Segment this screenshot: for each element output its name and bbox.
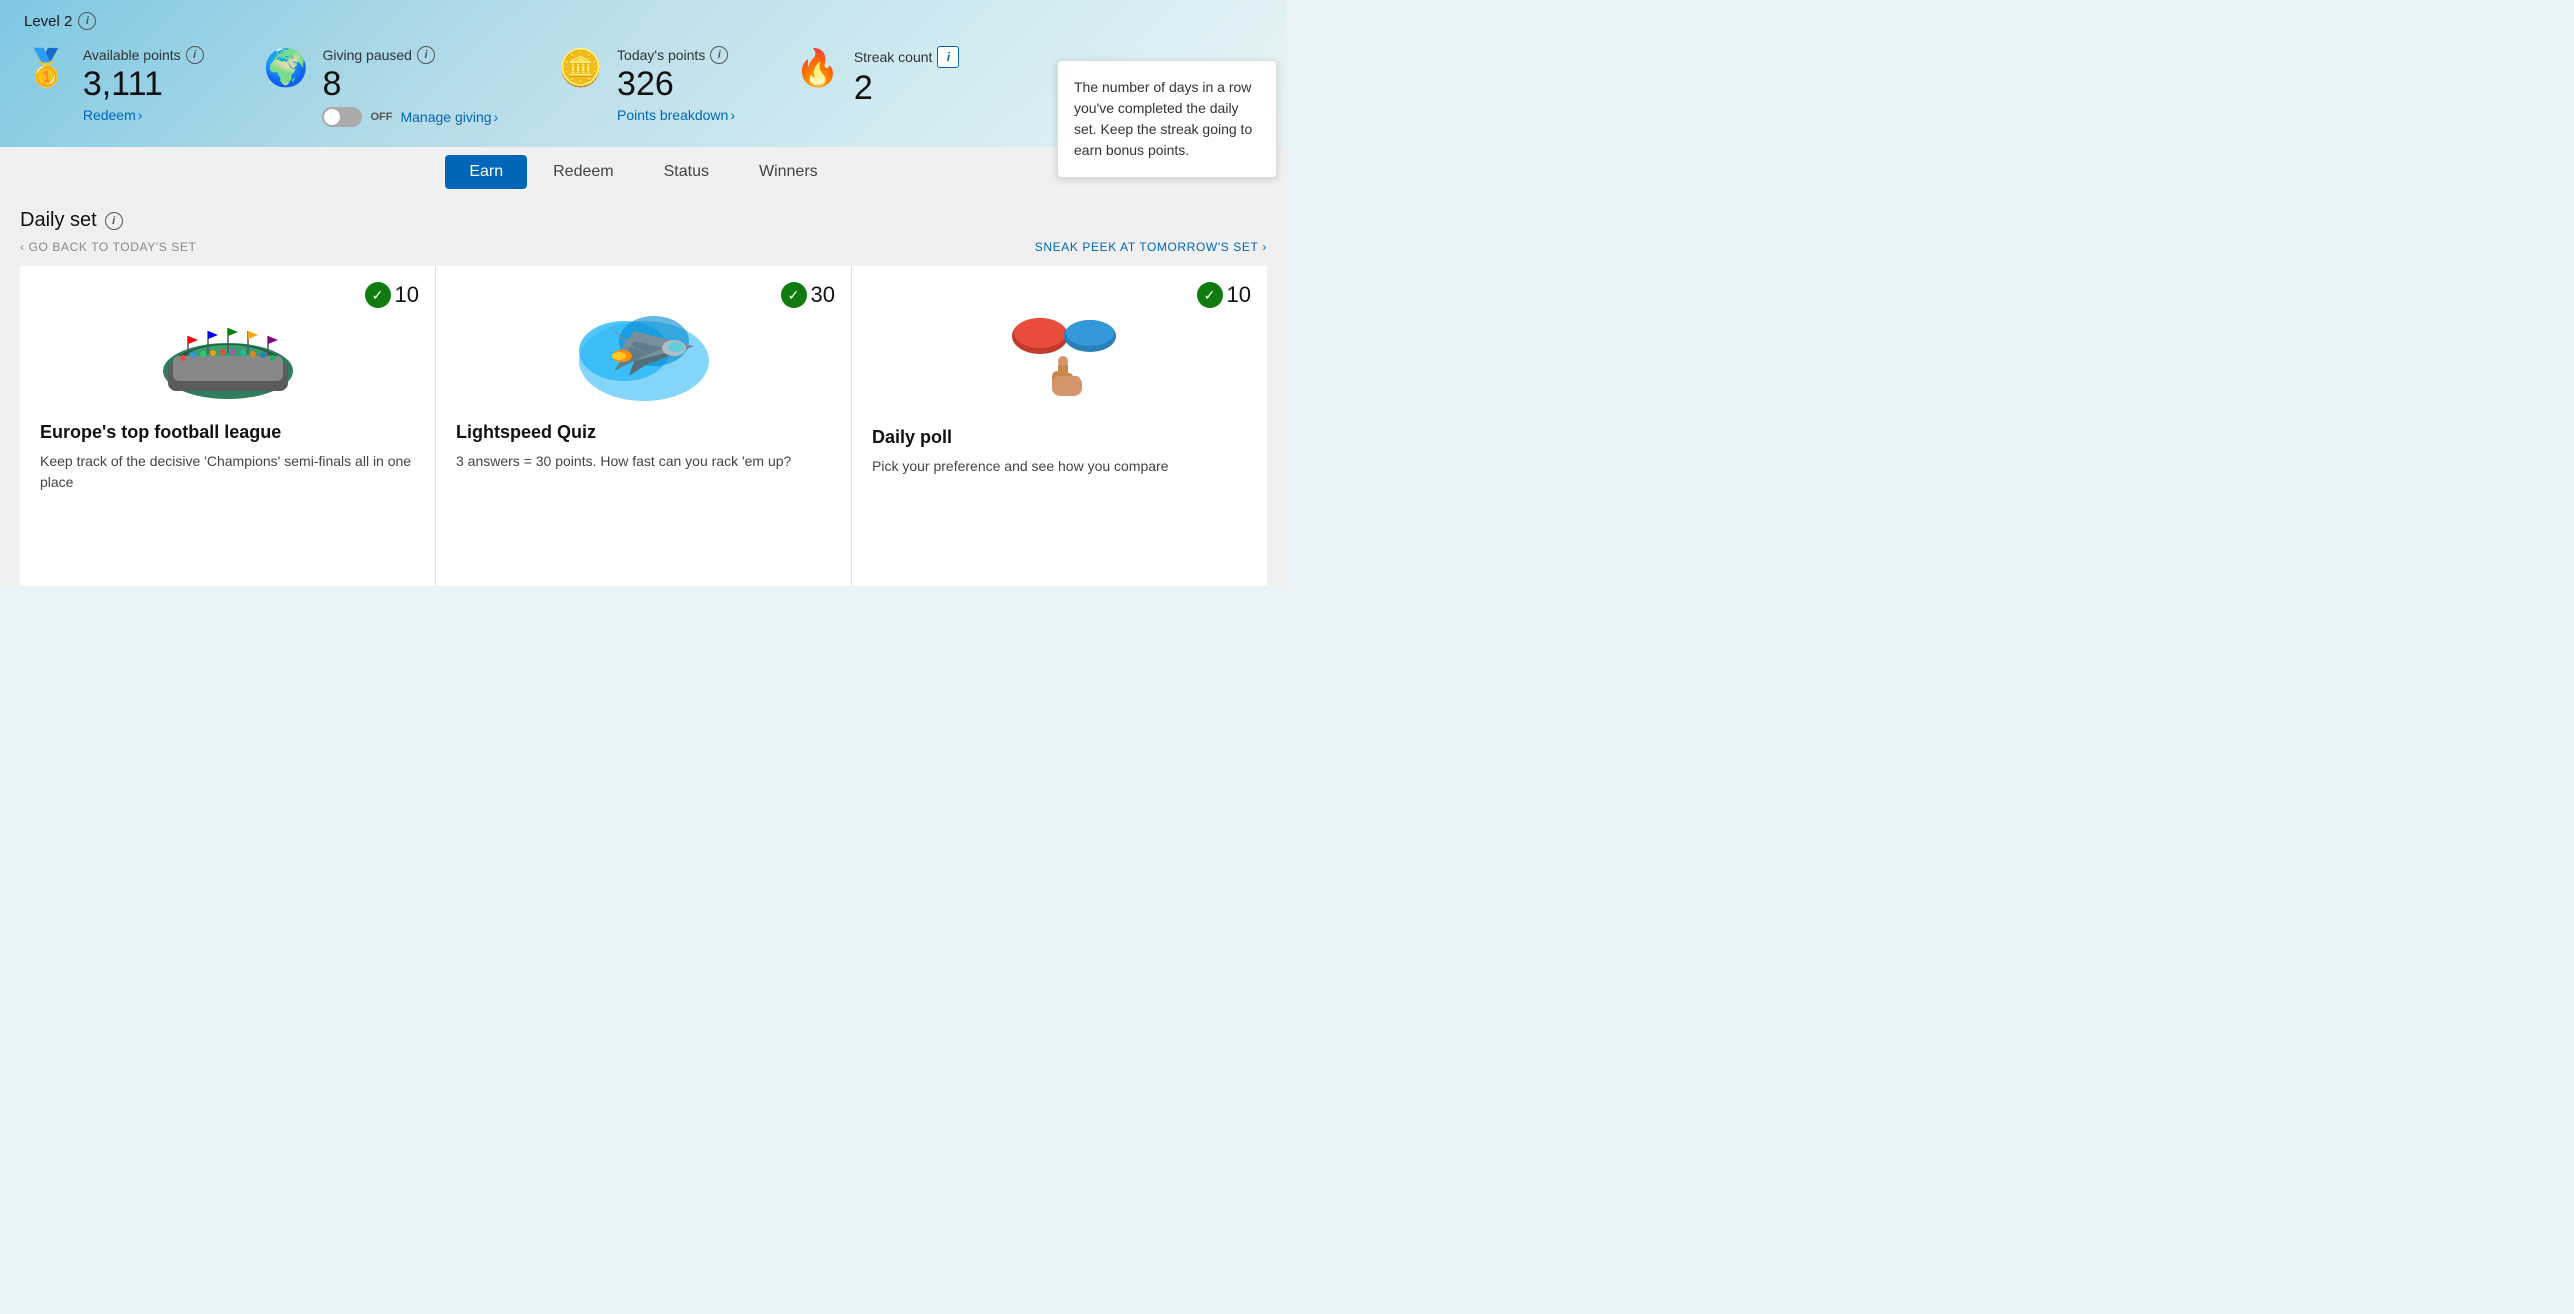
available-points-icon: 🥇 <box>24 50 69 86</box>
streak-count-stat: 🔥 Streak count i 2 <box>795 46 959 111</box>
tab-redeem[interactable]: Redeem <box>529 155 637 189</box>
tab-winners[interactable]: Winners <box>735 155 842 189</box>
streak-tooltip-text: The number of days in a row you've compl… <box>1074 79 1252 158</box>
giving-paused-stat: 🌍 Giving paused i 8 OFF Manage giving › <box>264 46 499 131</box>
card-quiz[interactable]: ✓ 30 <box>436 266 852 586</box>
jet-image <box>564 296 724 406</box>
card-poll-points: ✓ 10 <box>1197 282 1251 308</box>
sneak-peek-link[interactable]: SNEAK PEEK AT TOMORROW'S SET › <box>1035 240 1267 254</box>
card-football-desc: Keep track of the decisive 'Champions' s… <box>40 451 415 493</box>
level-row: Level 2 i <box>24 12 1263 30</box>
card-poll[interactable]: ✓ 10 <box>852 266 1267 586</box>
level-info-icon[interactable]: i <box>78 12 96 30</box>
card-poll-title: Daily poll <box>872 427 1247 448</box>
redeem-link[interactable]: Redeem › <box>83 107 204 123</box>
level-text: Level 2 <box>24 13 72 30</box>
check-circle-poll: ✓ <box>1197 282 1223 308</box>
card-quiz-points: ✓ 30 <box>781 282 835 308</box>
streak-count-value: 2 <box>854 70 960 107</box>
manage-giving-link[interactable]: Manage giving › <box>400 109 498 125</box>
card-quiz-title: Lightspeed Quiz <box>456 422 831 443</box>
toggle-knob <box>324 109 340 125</box>
navigation-row: ‹ GO BACK TO TODAY'S SET SNEAK PEEK AT T… <box>20 240 1267 254</box>
streak-tooltip: The number of days in a row you've compl… <box>1057 60 1277 178</box>
todays-points-stat: 🪙 Today's points i 326 Points breakdown … <box>558 46 735 123</box>
todays-points-icon: 🪙 <box>558 50 603 86</box>
streak-info-icon[interactable]: i <box>937 46 959 68</box>
back-chevron: ‹ <box>20 240 25 254</box>
go-back-link[interactable]: ‹ GO BACK TO TODAY'S SET <box>20 240 196 254</box>
poll-image <box>980 306 1140 411</box>
card-football[interactable]: ✓ 10 <box>20 266 436 586</box>
giving-toggle[interactable] <box>322 107 362 127</box>
toggle-off-label: OFF <box>370 111 392 123</box>
check-circle-quiz: ✓ <box>781 282 807 308</box>
giving-paused-label: Giving paused <box>322 47 412 63</box>
card-poll-desc: Pick your preference and see how you com… <box>872 456 1247 477</box>
card-football-title: Europe's top football league <box>40 422 415 443</box>
giving-paused-icon: 🌍 <box>264 50 309 86</box>
daily-set-header: Daily set i <box>20 209 1267 232</box>
available-points-label: Available points <box>83 47 181 63</box>
card-quiz-desc: 3 answers = 30 points. How fast can you … <box>456 451 831 472</box>
check-circle-football: ✓ <box>365 282 391 308</box>
tab-status[interactable]: Status <box>640 155 733 189</box>
daily-set-area: Daily set i ‹ GO BACK TO TODAY'S SET SNE… <box>0 197 1287 586</box>
header-area: Level 2 i 🥇 Available points i 3,111 Red… <box>0 0 1287 147</box>
daily-set-title: Daily set <box>20 209 97 232</box>
points-breakdown-link[interactable]: Points breakdown › <box>617 107 735 123</box>
cards-row: ✓ 10 <box>20 266 1267 586</box>
giving-paused-info-icon[interactable]: i <box>417 46 435 64</box>
giving-paused-value: 8 <box>322 66 498 103</box>
available-points-stat: 🥇 Available points i 3,111 Redeem › <box>24 46 204 123</box>
todays-points-label: Today's points <box>617 47 705 63</box>
available-points-info-icon[interactable]: i <box>186 46 204 64</box>
streak-count-label: Streak count <box>854 49 933 65</box>
todays-points-info-icon[interactable]: i <box>710 46 728 64</box>
daily-set-info-icon[interactable]: i <box>105 212 123 230</box>
streak-icon: 🔥 <box>795 50 840 86</box>
card-football-points: ✓ 10 <box>365 282 419 308</box>
tab-earn[interactable]: Earn <box>445 155 527 189</box>
todays-points-value: 326 <box>617 66 735 103</box>
forward-chevron: › <box>1262 240 1267 254</box>
stadium-image <box>158 306 298 406</box>
available-points-value: 3,111 <box>83 66 204 103</box>
